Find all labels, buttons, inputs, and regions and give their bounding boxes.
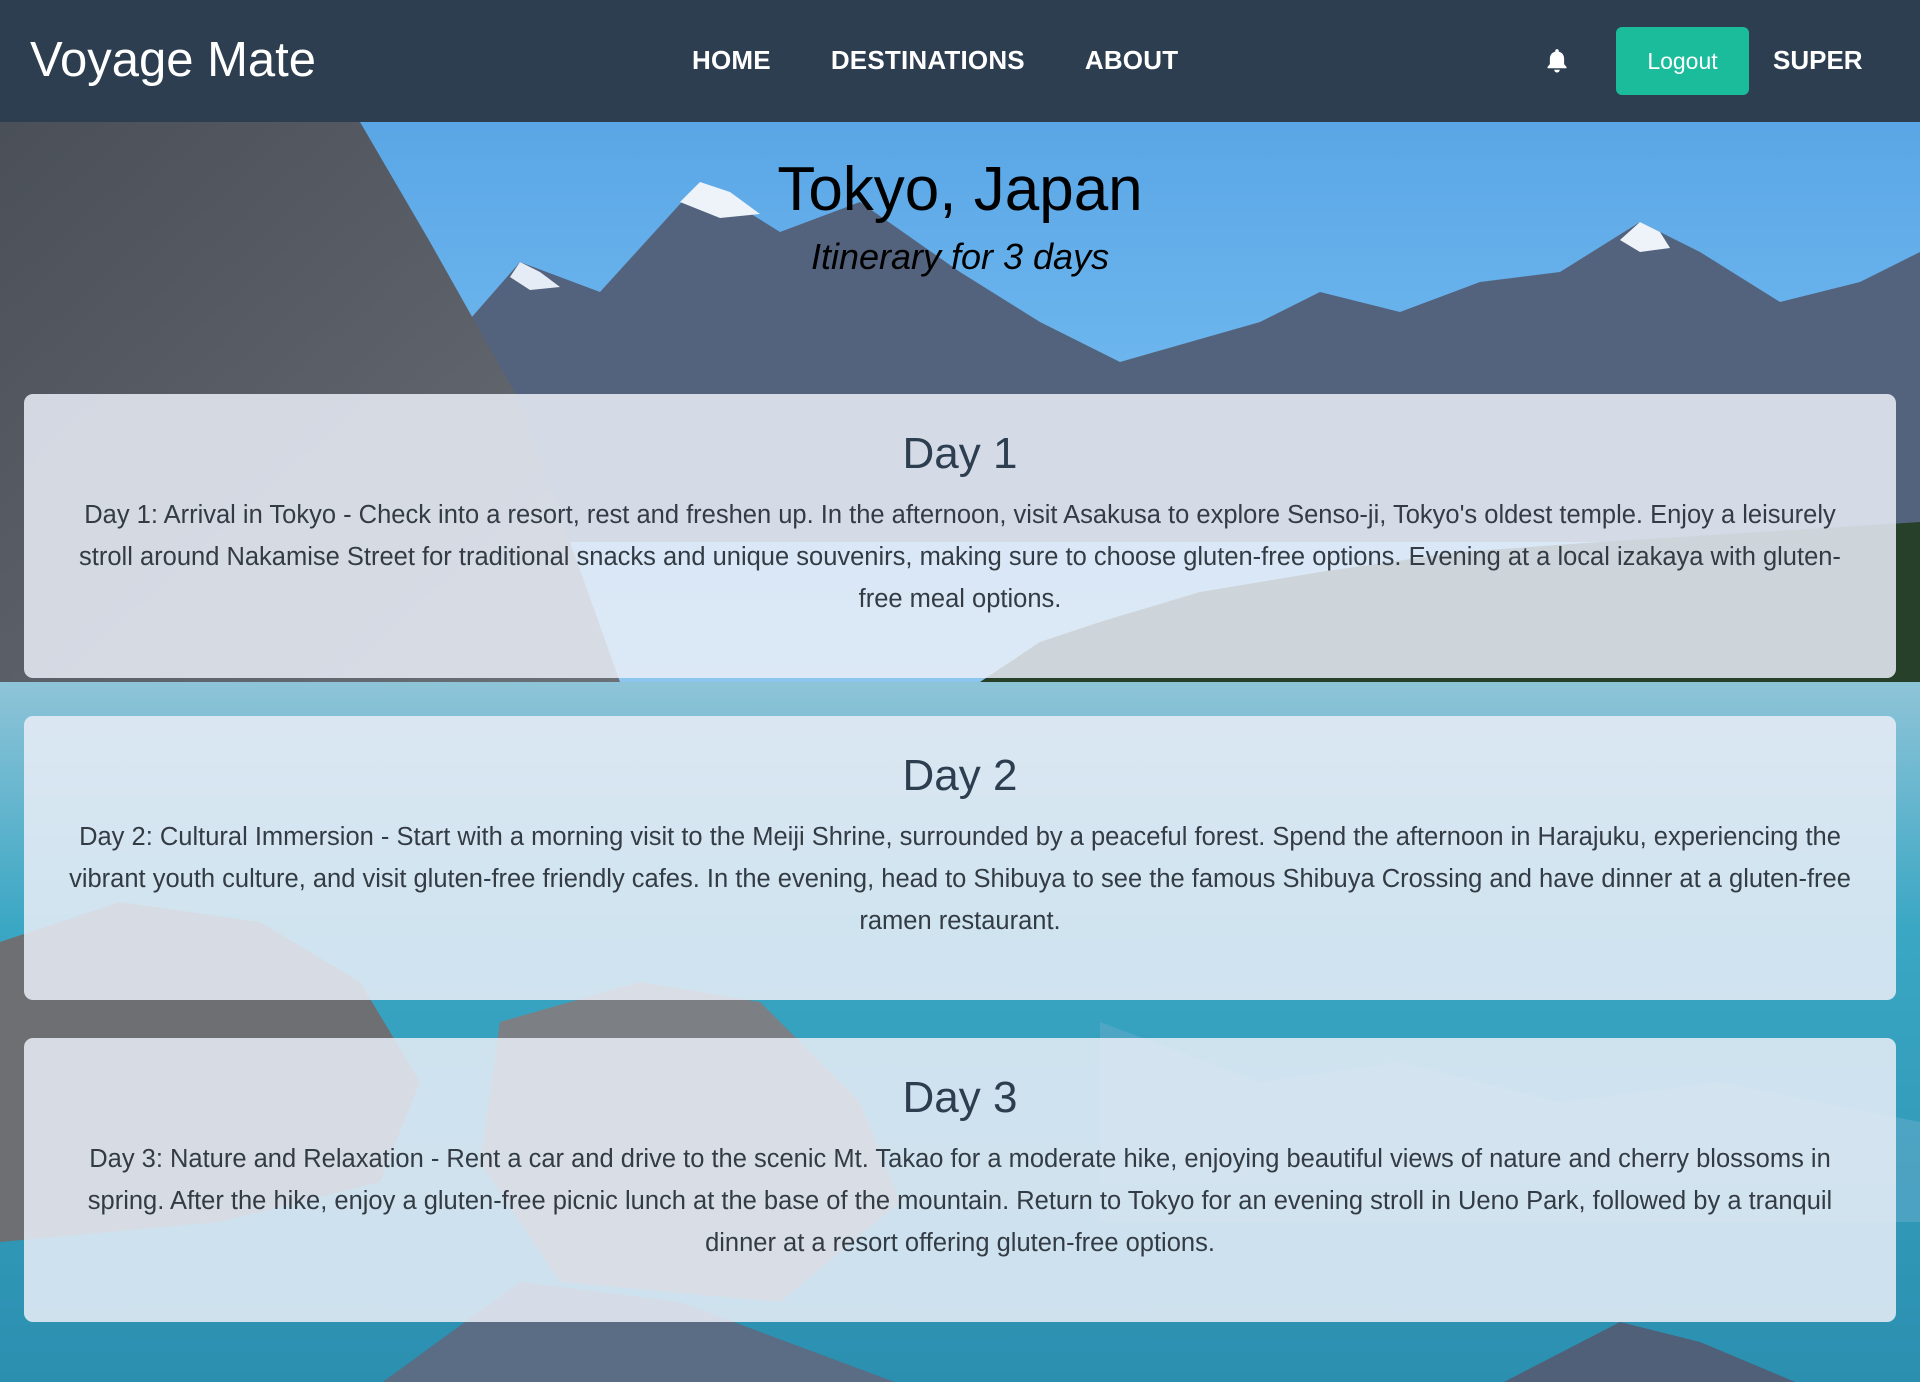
itinerary-subtitle: Itinerary for 3 days: [810, 236, 1110, 277]
day-description: Day 2: Cultural Immersion - Start with a…: [69, 823, 1851, 935]
user-menu[interactable]: SUPER: [1773, 40, 1863, 80]
navbar: Voyage Mate HOME DESTINATIONS ABOUT Logo…: [0, 0, 1920, 122]
nav-link-destinations[interactable]: DESTINATIONS: [801, 40, 1055, 80]
destination-title: Tokyo, Japan: [777, 155, 1143, 224]
day-title: Day 3: [902, 1073, 1018, 1122]
brand-logo-link[interactable]: Voyage Mate: [30, 30, 316, 90]
nav-link-about[interactable]: ABOUT: [1055, 40, 1208, 80]
day-description: Day 1: Arrival in Tokyo - Check into a r…: [79, 501, 1841, 613]
day-description: Day 3: Nature and Relaxation - Rent a ca…: [87, 1145, 1833, 1257]
bell-icon-glyph: [1547, 49, 1567, 73]
bell-icon[interactable]: [1542, 46, 1572, 76]
logout-button[interactable]: Logout: [1616, 27, 1749, 95]
day-title: Day 1: [902, 429, 1018, 478]
day-card-3: Day 3 Day 3: Nature and Relaxation - Ren…: [24, 1038, 1896, 1322]
nav-link-home[interactable]: HOME: [662, 40, 801, 80]
day-card-1: Day 1 Day 1: Arrival in Tokyo - Check in…: [24, 394, 1896, 678]
nav-links: HOME DESTINATIONS ABOUT: [662, 40, 1208, 80]
day-title: Day 2: [902, 751, 1018, 800]
day-card-2: Day 2 Day 2: Cultural Immersion - Start …: [24, 716, 1896, 1000]
